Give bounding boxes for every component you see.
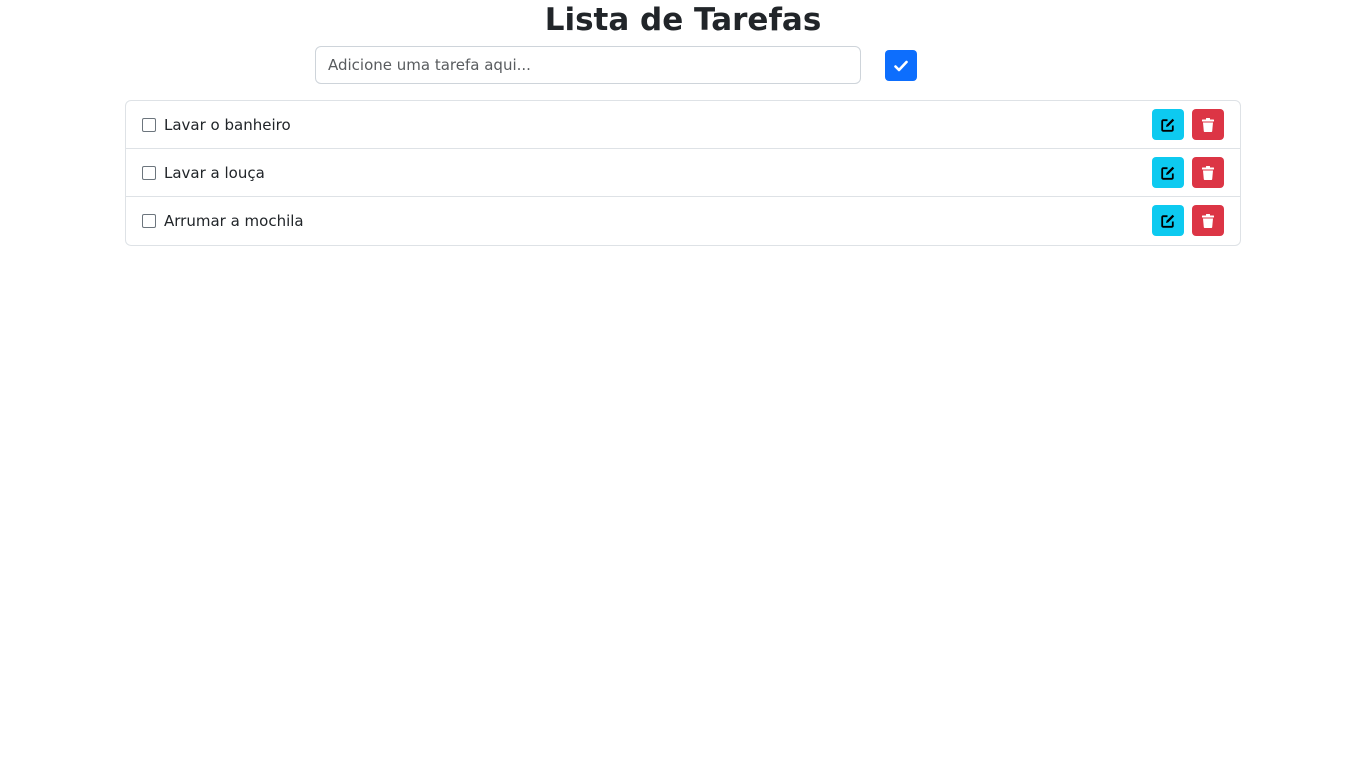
- edit-icon: [1161, 166, 1175, 180]
- edit-icon: [1161, 214, 1175, 228]
- task-text: Arrumar a mochila: [164, 212, 304, 230]
- edit-task-button[interactable]: [1152, 205, 1184, 236]
- edit-icon: [1161, 118, 1175, 132]
- edit-task-button[interactable]: [1152, 109, 1184, 140]
- add-task-button[interactable]: [885, 50, 917, 81]
- task-list: Lavar o banheiro Lavar a louça Arrumar a…: [125, 100, 1241, 246]
- task-item: Arrumar a mochila: [126, 197, 1240, 245]
- task-checkbox[interactable]: [142, 166, 156, 180]
- task-checkbox[interactable]: [142, 214, 156, 228]
- delete-task-button[interactable]: [1192, 205, 1224, 236]
- page: Lista de Tarefas Lavar o banheiro: [0, 0, 1366, 768]
- task-text: Lavar o banheiro: [164, 116, 291, 134]
- page-title: Lista de Tarefas: [544, 2, 822, 38]
- delete-task-button[interactable]: [1192, 157, 1224, 188]
- delete-task-button[interactable]: [1192, 109, 1224, 140]
- edit-task-button[interactable]: [1152, 157, 1184, 188]
- trash-icon: [1202, 213, 1214, 228]
- check-icon: [894, 60, 908, 71]
- trash-icon: [1202, 165, 1214, 180]
- new-task-input[interactable]: [315, 46, 861, 84]
- trash-icon: [1202, 117, 1214, 132]
- task-item: Lavar o banheiro: [126, 101, 1240, 149]
- task-item: Lavar a louça: [126, 149, 1240, 197]
- task-text: Lavar a louça: [164, 164, 265, 182]
- task-checkbox[interactable]: [142, 118, 156, 132]
